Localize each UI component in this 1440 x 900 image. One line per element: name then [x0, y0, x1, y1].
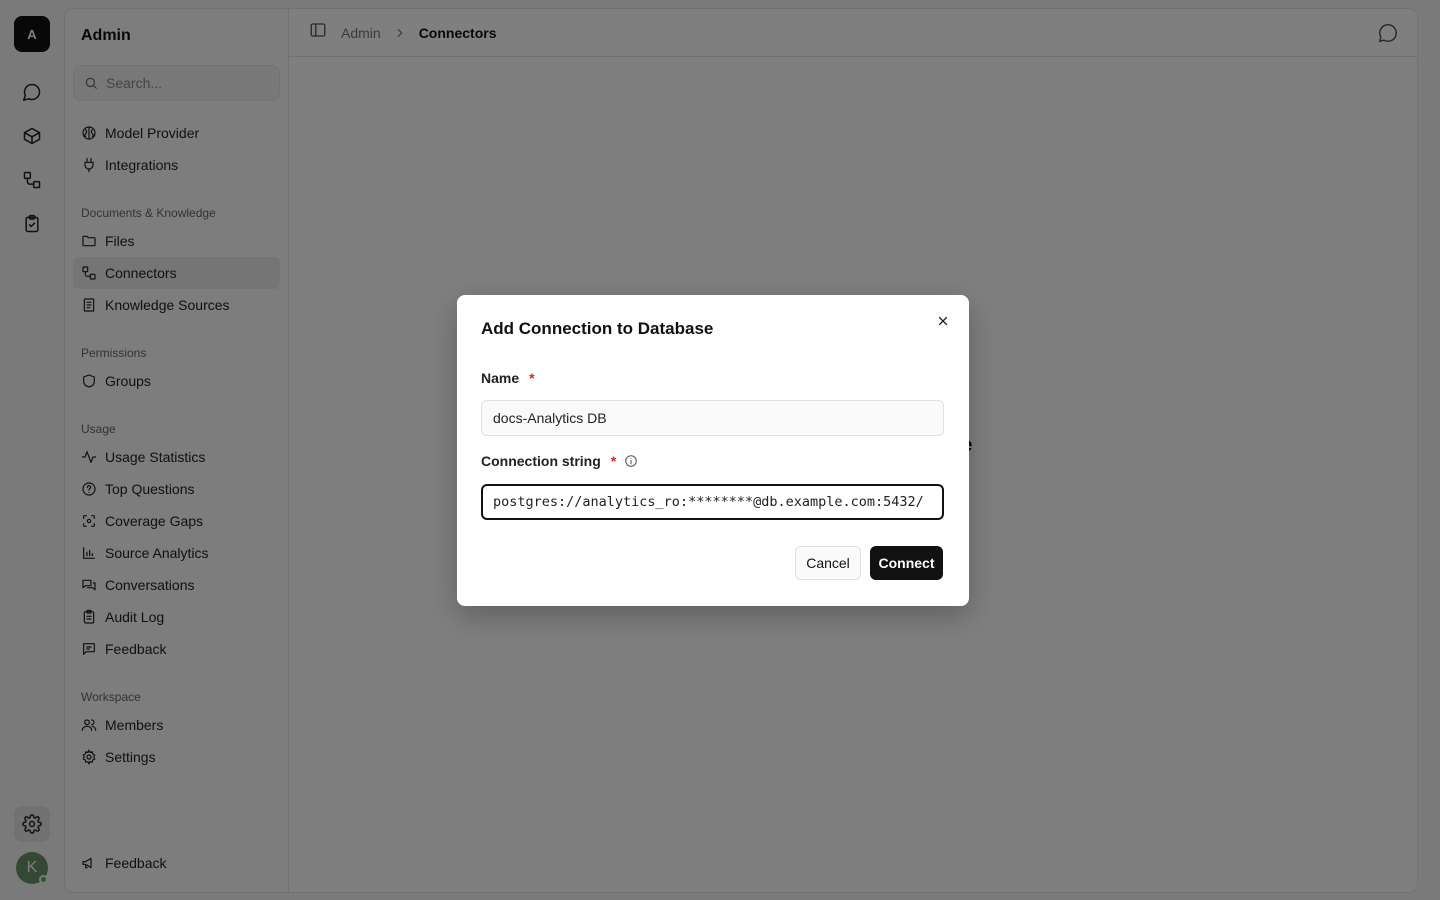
name-field[interactable]: docs-Analytics DB — [481, 400, 944, 436]
add-connection-dialog: Add Connection to Database Name * docs-A… — [457, 295, 969, 606]
connection-string-label: Connection string * — [481, 453, 638, 469]
dialog-title: Add Connection to Database — [481, 319, 714, 338]
cancel-button[interactable]: Cancel — [795, 546, 861, 580]
required-mark: * — [529, 370, 535, 386]
connect-button[interactable]: Connect — [870, 546, 943, 580]
connection-string-field[interactable]: postgres://analytics_ro:********@db.exam… — [481, 484, 944, 520]
name-label: Name * — [481, 370, 535, 386]
required-mark: * — [610, 453, 617, 469]
close-icon[interactable] — [933, 311, 953, 331]
name-label-text: Name — [481, 370, 520, 386]
info-icon[interactable] — [624, 454, 638, 468]
name-field-value: docs-Analytics DB — [493, 410, 607, 426]
connection-string-value: postgres://analytics_ro:********@db.exam… — [493, 494, 924, 510]
connection-string-label-text: Connection string — [481, 453, 601, 469]
